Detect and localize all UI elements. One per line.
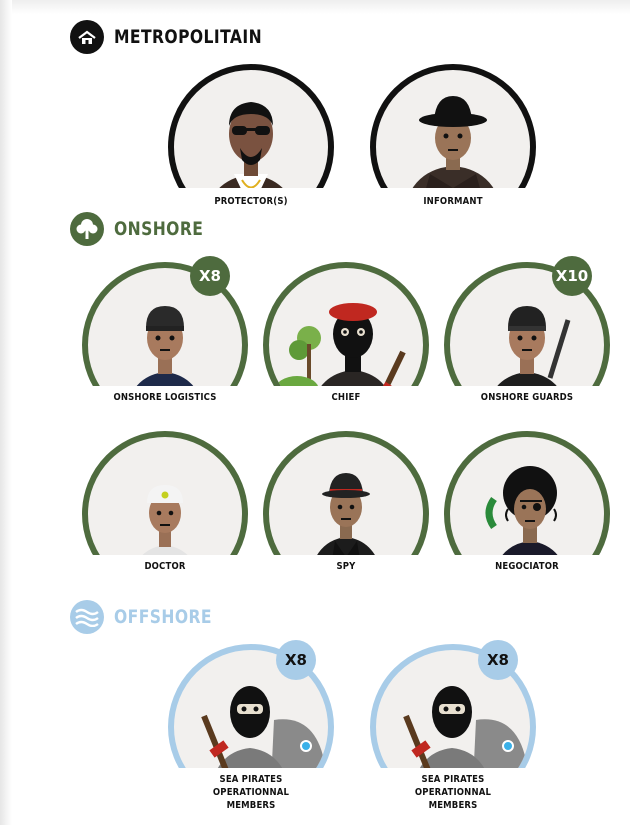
member-label: ONSHORE LOGISTICS [113, 392, 217, 403]
section-header-onshore: ONSHORE [70, 212, 223, 246]
member-card-onshore-logistics[interactable]: X8 ONSHORE LOGISTICS [76, 256, 256, 446]
member-card-chief[interactable]: CHIEF [257, 262, 437, 446]
member-card-onshore-guards[interactable]: X10 ONSHORE GUARDS [438, 256, 618, 446]
member-card-negociator[interactable]: NEGOCIATOR [438, 431, 618, 615]
member-card-spy[interactable]: SPY [257, 431, 437, 615]
section-header-metropolitain: METROPOLITAIN [70, 20, 295, 54]
count-badge: X8 [478, 640, 518, 680]
count-badge: X8 [276, 640, 316, 680]
section-title: METROPOLITAIN [114, 26, 263, 48]
member-card-sea-pirates-1[interactable]: X8 SEA PIRATES OPERATIONNAL MEMBERS [162, 640, 342, 828]
member-label: NEGOCIATOR [495, 561, 559, 572]
waves-icon [70, 600, 104, 634]
member-label: PROTECTOR(S) [214, 196, 288, 207]
member-label: SEA PIRATES OPERATIONNAL MEMBERS [414, 774, 492, 811]
count-badge: X8 [190, 256, 230, 296]
section-header-offshore: OFFSHORE [70, 600, 233, 634]
count-badge: X10 [552, 256, 592, 296]
member-label: CHIEF [331, 392, 361, 403]
member-card-sea-pirates-2[interactable]: X8 SEA PIRATES OPERATIONNAL MEMBERS [364, 640, 544, 828]
section-title: ONSHORE [114, 218, 204, 240]
section-title: OFFSHORE [114, 606, 212, 628]
member-card-doctor[interactable]: DOCTOR [76, 431, 256, 615]
member-label: INFORMANT [423, 196, 483, 207]
page-edge-shadow [0, 0, 12, 825]
house-icon [70, 20, 104, 54]
member-label: DOCTOR [144, 561, 186, 572]
top-edge [12, 0, 630, 14]
tree-icon [70, 212, 104, 246]
member-card-informant[interactable]: INFORMANT [364, 64, 544, 248]
member-label: SPY [336, 561, 356, 572]
member-label: SEA PIRATES OPERATIONNAL MEMBERS [212, 774, 290, 811]
member-label: ONSHORE GUARDS [480, 392, 574, 403]
